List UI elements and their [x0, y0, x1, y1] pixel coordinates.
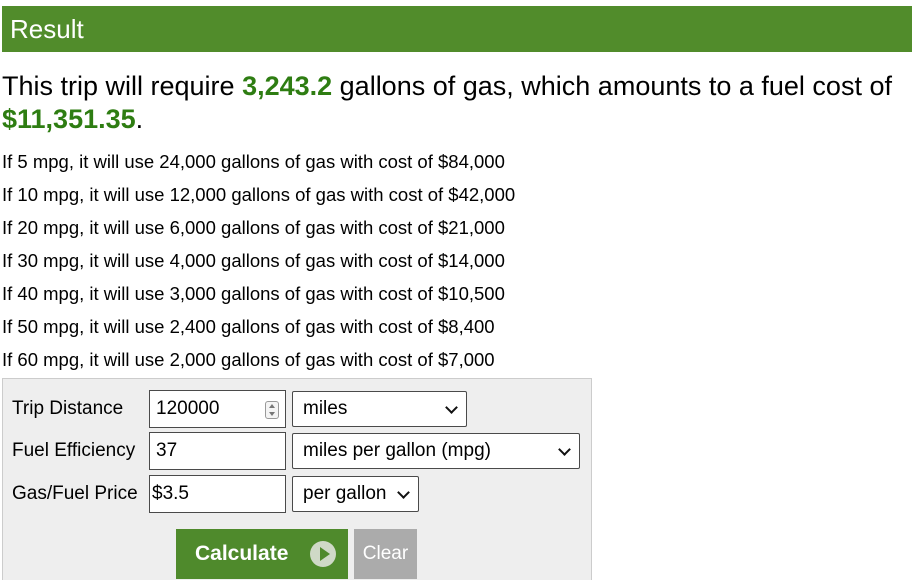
scenario-line: If 5 mpg, it will use 24,000 gallons of …: [2, 151, 505, 172]
calculate-label: Calculate: [195, 542, 289, 565]
summary-gallons: 3,243.2: [242, 71, 333, 101]
scenario-list: If 5 mpg, it will use 24,000 gallons of …: [2, 145, 515, 376]
play-icon: [310, 541, 336, 567]
scenario-line: If 40 mpg, it will use 3,000 gallons of …: [2, 283, 505, 304]
fuel-efficiency-label: Fuel Efficiency: [12, 440, 136, 461]
summary-cost: $11,351.35: [2, 104, 136, 134]
calculate-button[interactable]: Calculate: [176, 529, 348, 579]
calculator-form: Trip Distance 120000 miles Fuel Efficien…: [2, 378, 592, 580]
summary-prefix: This trip will require: [2, 71, 243, 101]
scenario-line: If 20 mpg, it will use 6,000 gallons of …: [2, 217, 505, 238]
fuel-efficiency-input[interactable]: 37: [149, 432, 286, 470]
summary-middle: gallons of gas, which amounts to a fuel …: [332, 71, 892, 101]
result-summary: This trip will require 3,243.2 gallons o…: [2, 70, 902, 136]
trip-distance-value: 120000: [156, 398, 220, 419]
price-unit-select[interactable]: per gallon: [292, 476, 419, 512]
price-unit-value: per gallon: [303, 483, 387, 504]
gas-price-value: $3.5: [152, 483, 189, 504]
efficiency-unit-value: miles per gallon (mpg): [303, 440, 491, 461]
clear-label: Clear: [362, 543, 409, 564]
clear-button[interactable]: Clear: [354, 529, 417, 579]
gas-price-input[interactable]: $3.5: [149, 475, 286, 513]
trip-distance-label: Trip Distance: [12, 398, 124, 419]
trip-distance-input[interactable]: 120000: [149, 390, 286, 428]
gas-price-label: Gas/Fuel Price: [12, 483, 138, 504]
chevron-down-icon: [558, 443, 571, 456]
chevron-down-icon: [445, 401, 458, 414]
scenario-line: If 30 mpg, it will use 4,000 gallons of …: [2, 250, 505, 271]
fuel-efficiency-value: 37: [156, 440, 178, 461]
number-spinner-icon[interactable]: [265, 401, 279, 419]
result-header: Result: [2, 6, 912, 52]
result-title: Result: [10, 14, 84, 44]
distance-unit-value: miles: [303, 398, 348, 419]
efficiency-unit-select[interactable]: miles per gallon (mpg): [292, 433, 580, 469]
distance-unit-select[interactable]: miles: [292, 391, 467, 427]
summary-suffix: .: [135, 104, 144, 134]
scenario-line: If 50 mpg, it will use 2,400 gallons of …: [2, 316, 495, 337]
chevron-down-icon: [397, 486, 410, 499]
scenario-line: If 10 mpg, it will use 12,000 gallons of…: [2, 184, 516, 205]
scenario-line: If 60 mpg, it will use 2,000 gallons of …: [2, 349, 495, 370]
